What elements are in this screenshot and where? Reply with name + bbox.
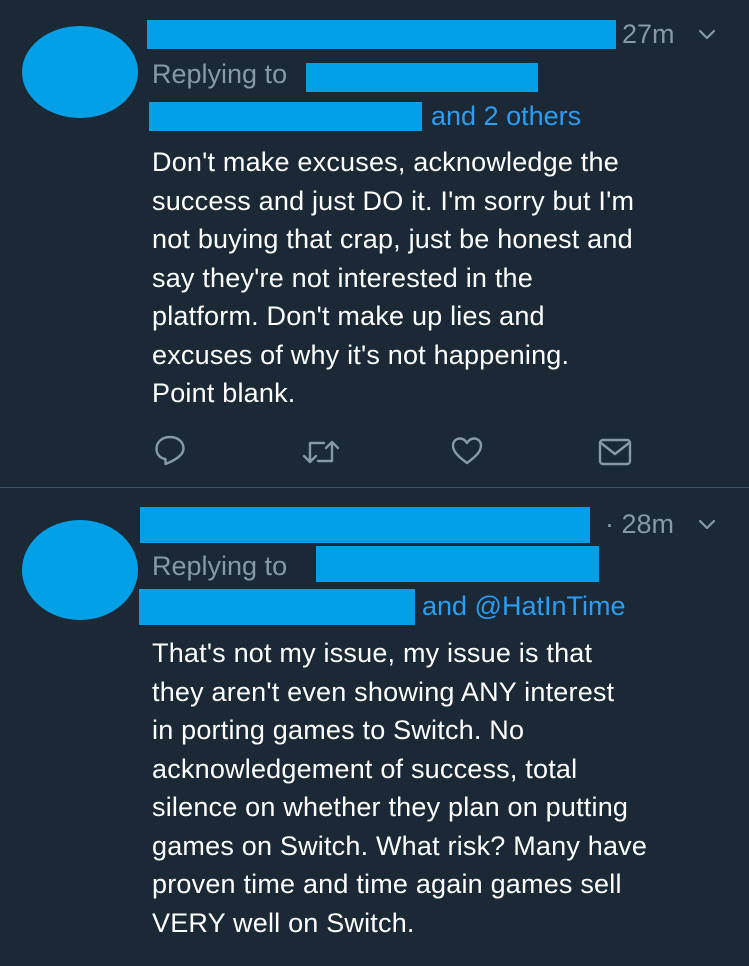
replying-to-label: Replying to <box>152 551 288 581</box>
direct-message-button[interactable] <box>598 435 632 469</box>
redacted-mention[interactable] <box>149 102 422 131</box>
tweet-text: Don't make excuses, acknowledge the succ… <box>152 147 635 408</box>
tweet-text: That's not my issue, my issue is that th… <box>152 638 648 938</box>
tweet-timestamp[interactable]: 27m <box>622 18 675 50</box>
like-icon <box>451 437 483 465</box>
chevron-down-icon[interactable] <box>698 29 716 41</box>
other-mentions-link[interactable]: and 2 others <box>431 100 581 132</box>
tweet-1[interactable]: 27m Replying to and 2 others Don't make … <box>0 0 749 487</box>
tweet-2[interactable]: · 28m Replying to and @HatInTime That's … <box>0 488 749 966</box>
retweet-button[interactable] <box>301 435 341 469</box>
redacted-mention[interactable] <box>316 546 599 582</box>
avatar[interactable] <box>22 26 138 118</box>
avatar[interactable] <box>22 520 138 620</box>
reply-icon <box>155 435 185 466</box>
redacted-mention[interactable] <box>139 589 415 625</box>
chevron-down-icon[interactable] <box>698 519 716 531</box>
redacted-username[interactable] <box>140 507 590 543</box>
redacted-username[interactable] <box>147 20 616 49</box>
reply-button[interactable] <box>153 433 187 467</box>
redacted-mention[interactable] <box>306 63 538 92</box>
direct-message-icon <box>598 438 632 466</box>
tweet-timestamp[interactable]: · 28m <box>605 508 674 540</box>
replying-to-label: Replying to <box>152 59 288 89</box>
retweet-icon <box>302 440 340 464</box>
other-mentions-link[interactable]: and @HatInTime <box>422 590 626 622</box>
like-button[interactable] <box>450 434 484 468</box>
